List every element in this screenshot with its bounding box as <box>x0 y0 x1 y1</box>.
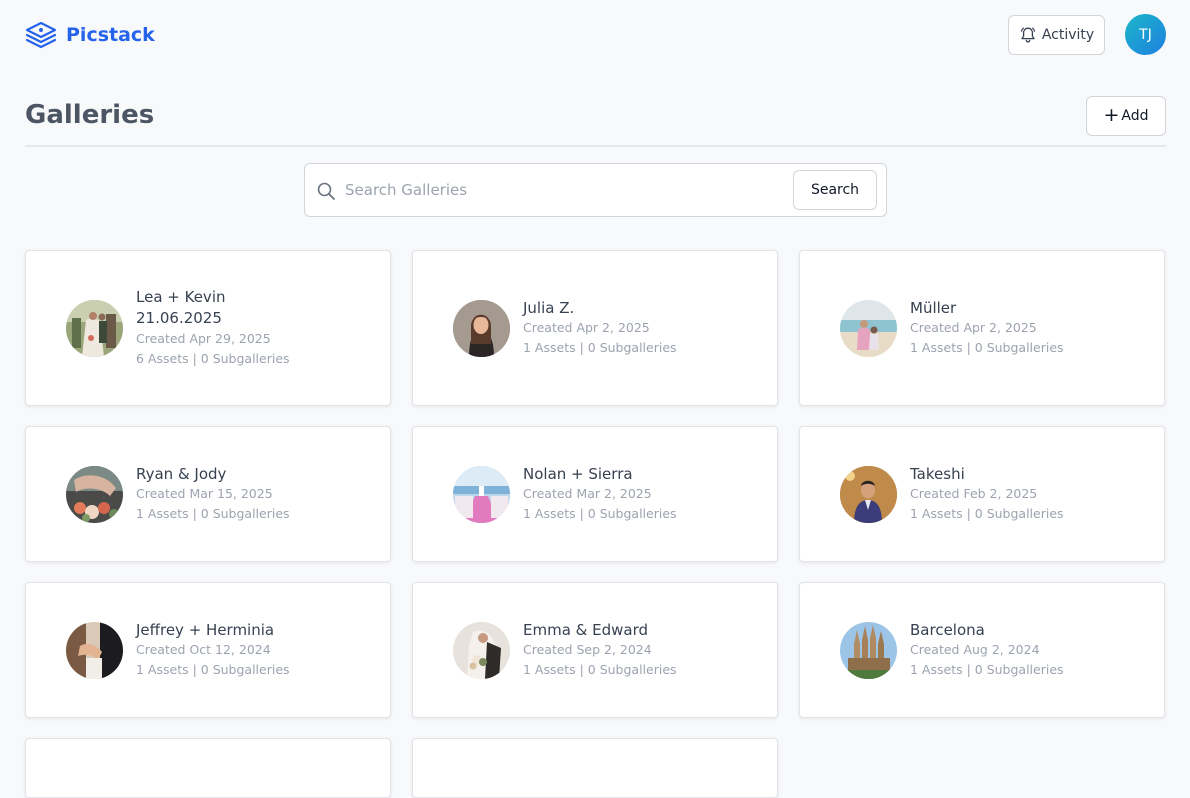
gallery-counts: 1 Assets | 0 Subgalleries <box>136 662 290 677</box>
brand-logo[interactable]: Picstack <box>24 20 155 50</box>
gallery-name: Nolan + Sierra <box>523 465 633 483</box>
gallery-card[interactable] <box>412 738 778 798</box>
user-avatar[interactable]: TJ <box>1125 14 1166 55</box>
bell-icon <box>1020 27 1036 43</box>
gallery-name: Lea + Kevin <box>136 288 226 306</box>
gallery-card[interactable]: Barcelona Created Aug 2, 2024 1 Assets |… <box>799 582 1165 718</box>
gallery-counts: 1 Assets | 0 Subgalleries <box>523 340 677 355</box>
gallery-card[interactable]: Müller Created Apr 2, 2025 1 Assets | 0 … <box>799 250 1165 406</box>
gallery-card[interactable]: Takeshi Created Feb 2, 2025 1 Assets | 0… <box>799 426 1165 562</box>
gallery-thumbnail <box>840 621 897 679</box>
gallery-thumbnail <box>453 299 510 357</box>
plus-icon: + <box>1103 103 1120 126</box>
add-gallery-button[interactable]: + Add <box>1086 96 1166 136</box>
gallery-name: Takeshi <box>910 465 965 483</box>
gallery-created-date: Created Aug 2, 2024 <box>910 642 1040 657</box>
activity-label: Activity <box>1041 27 1095 43</box>
gallery-name: Müller <box>910 299 957 317</box>
gallery-created-date: Created Mar 2, 2025 <box>523 486 652 501</box>
gallery-counts: 1 Assets | 0 Subgalleries <box>523 662 677 677</box>
user-initials: TJ <box>1139 26 1152 43</box>
gallery-thumbnail <box>453 621 510 679</box>
search-bar: Search <box>304 163 887 217</box>
search-icon <box>317 182 335 200</box>
stack-logo-icon <box>25 21 57 49</box>
gallery-name: Ryan & Jody <box>136 465 227 483</box>
gallery-thumbnail <box>66 621 123 679</box>
gallery-card[interactable]: Ryan & Jody Created Mar 15, 2025 1 Asset… <box>25 426 391 562</box>
gallery-card[interactable]: Nolan + Sierra Created Mar 2, 2025 1 Ass… <box>412 426 778 562</box>
gallery-thumbnail <box>66 465 123 523</box>
header-divider <box>25 145 1166 147</box>
wedding-couple-photo-icon <box>66 299 123 357</box>
gallery-created-date: Created Apr 2, 2025 <box>523 320 650 335</box>
gallery-counts: 1 Assets | 0 Subgalleries <box>910 662 1064 677</box>
hands-photo-icon <box>66 621 123 679</box>
gallery-name: Jeffrey + Herminia <box>136 621 275 639</box>
gallery-thumbnail <box>66 299 123 357</box>
portrait-photo-icon <box>453 299 510 357</box>
add-label: Add <box>1121 108 1149 124</box>
search-input[interactable] <box>345 174 785 206</box>
brand-name: Picstack <box>66 24 155 46</box>
top-bar: Picstack Activity TJ <box>0 0 1190 70</box>
activity-button[interactable]: Activity <box>1008 15 1105 55</box>
gallery-counts: 1 Assets | 0 Subgalleries <box>523 506 677 521</box>
gallery-card[interactable]: Julia Z. Created Apr 2, 2025 1 Assets | … <box>412 250 778 406</box>
portrait-man-photo-icon <box>840 465 897 523</box>
ceremony-aisle-photo-icon <box>453 465 510 523</box>
gallery-counts: 1 Assets | 0 Subgalleries <box>910 340 1064 355</box>
gallery-created-date: Created Mar 15, 2025 <box>136 486 273 501</box>
page-title: Galleries <box>25 100 155 130</box>
gallery-created-date: Created Oct 12, 2024 <box>136 642 271 657</box>
gallery-thumbnail <box>840 299 897 357</box>
gallery-counts: 6 Assets | 0 Subgalleries <box>136 351 290 366</box>
couple-bouquet-photo-icon <box>453 621 510 679</box>
gallery-created-date: Created Sep 2, 2024 <box>523 642 652 657</box>
gallery-thumbnail <box>840 465 897 523</box>
gallery-created-date: Created Feb 2, 2025 <box>910 486 1038 501</box>
gallery-name: Barcelona <box>910 621 985 639</box>
gallery-created-date: Created Apr 2, 2025 <box>910 320 1037 335</box>
gallery-counts: 1 Assets | 0 Subgalleries <box>136 506 290 521</box>
gallery-name: Julia Z. <box>523 299 575 317</box>
gallery-card[interactable]: Jeffrey + Herminia Created Oct 12, 2024 … <box>25 582 391 718</box>
beach-photo-icon <box>840 299 897 357</box>
gallery-card[interactable]: Emma & Edward Created Sep 2, 2024 1 Asse… <box>412 582 778 718</box>
gallery-thumbnail <box>453 465 510 523</box>
gallery-card[interactable] <box>25 738 391 798</box>
gallery-name: Emma & Edward <box>523 621 649 639</box>
cathedral-photo-icon <box>840 621 897 679</box>
gallery-card[interactable]: Lea + Kevin 21.06.2025 Created Apr 29, 2… <box>25 250 391 406</box>
gallery-created-date: Created Apr 29, 2025 <box>136 331 271 346</box>
rings-bouquet-photo-icon <box>66 465 123 523</box>
gallery-subtitle: 21.06.2025 <box>136 309 222 327</box>
search-button[interactable]: Search <box>793 170 877 210</box>
gallery-counts: 1 Assets | 0 Subgalleries <box>910 506 1064 521</box>
